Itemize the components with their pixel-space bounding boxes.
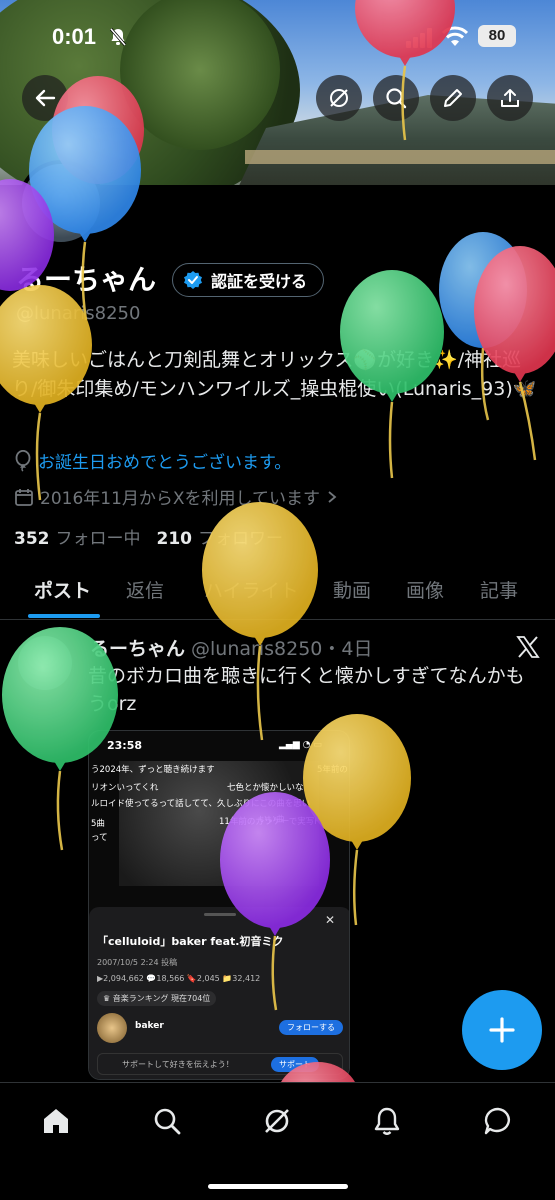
edit-icon	[444, 89, 462, 107]
verified-badge-icon	[184, 271, 202, 289]
post-image[interactable]: 23:58 ▂▄▆ ◔ ▭ う2024年、ずっと聴き続けます リオンいってくれ …	[88, 730, 350, 1080]
get-verified-label: 認証を受ける	[211, 272, 308, 291]
embed-support-button: サポート	[271, 1057, 319, 1072]
back-button[interactable]	[22, 75, 68, 121]
cell-signal-icon	[406, 28, 432, 48]
tab-media[interactable]: 画像	[406, 576, 444, 603]
joined-text: 2016年11月からXを利用しています	[40, 489, 321, 509]
embed-channel-name: baker	[135, 1021, 164, 1031]
active-tab-indicator	[28, 614, 100, 618]
wifi-icon	[442, 26, 468, 46]
profile-name: るーちゃん	[16, 263, 157, 296]
embed-follow-button: フォローする	[279, 1020, 343, 1035]
follow-counts: 352 フォロー中 210 フォロワー	[14, 524, 283, 549]
notifications-icon	[374, 1107, 400, 1135]
edit-profile-button[interactable]	[430, 75, 476, 121]
post-handle-time: @lunaris8250・4日	[191, 638, 373, 660]
embed-sheet-handle	[204, 913, 236, 916]
get-verified-button[interactable]: 認証を受ける	[172, 263, 325, 297]
tab-posts[interactable]: ポスト	[34, 576, 91, 603]
balloon-birthday-icon	[15, 449, 31, 472]
embed-close-icon: ✕	[325, 913, 336, 927]
embed-bottom-sheet: ✕ 「celluloid」baker feat.初音ミク 2007/10/5 2…	[89, 907, 349, 1079]
tab-articles[interactable]: 記事	[480, 576, 518, 603]
followers-count: 210	[156, 529, 193, 549]
embed-comment: 5年前の	[317, 765, 348, 775]
home-icon	[44, 1109, 68, 1133]
followers-link[interactable]: 210 フォロワー	[157, 524, 284, 549]
nav-home[interactable]	[36, 1101, 76, 1141]
compose-post-button[interactable]	[462, 990, 542, 1070]
following-count: 352	[14, 529, 50, 549]
following-link[interactable]: 352 フォロー中	[14, 524, 141, 549]
grok-nav-icon	[265, 1109, 289, 1133]
back-arrow-icon	[35, 89, 56, 107]
embed-comment: 七色とか懐かしいな	[227, 783, 304, 793]
embed-ranking-badge: ♛ 音楽ランキング 現在704位	[97, 991, 217, 1006]
profile-handle: @lunaris8250	[16, 303, 141, 324]
profile-tabs: ポスト 返信 ハイライト 動画 画像 記事	[0, 562, 555, 620]
birthday-text: お誕生日おめでとうございます。	[38, 453, 292, 473]
post-header: るーちゃん @lunaris8250・4日	[90, 634, 372, 661]
embed-channel-avatar	[97, 1013, 127, 1043]
status-time: 0:01	[52, 24, 97, 49]
bottom-navigation	[0, 1082, 555, 1200]
post-avatar[interactable]	[18, 636, 72, 690]
calendar-icon	[15, 488, 33, 506]
embed-comment: う2024年、ずっと聴き続けます	[91, 765, 215, 775]
share-button[interactable]	[487, 75, 533, 121]
embed-comment: リオンいってくれ	[91, 783, 159, 793]
tab-videos[interactable]: 動画	[333, 576, 371, 603]
joined-row[interactable]: 2016年11月からXを利用しています	[14, 484, 338, 509]
x-logo-icon[interactable]	[516, 635, 540, 659]
silent-mode-icon	[110, 28, 126, 46]
battery-indicator: 80	[478, 25, 516, 47]
embed-comment: って	[91, 833, 108, 843]
search-button[interactable]	[373, 75, 419, 121]
search-icon	[386, 88, 407, 109]
nav-grok[interactable]	[257, 1101, 297, 1141]
embed-video-title: 「celluloid」baker feat.初音ミク	[97, 935, 284, 948]
profile-avatar[interactable]	[18, 160, 104, 246]
grok-icon	[330, 89, 348, 107]
chevron-right-icon	[328, 490, 337, 503]
embed-status-icons: ▂▄▆ ◔ ▭	[279, 740, 322, 750]
embed-comment: 11年前のガラケーで実写P	[219, 817, 320, 827]
tab-replies[interactable]: 返信	[126, 576, 164, 603]
nav-notifications[interactable]	[367, 1101, 407, 1141]
embed-comment: 5曲	[91, 819, 105, 829]
birthday-row: お誕生日おめでとうございます。	[14, 448, 291, 473]
following-label: フォロー中	[55, 529, 141, 549]
banner-shrine-edge	[245, 150, 555, 164]
embed-comment: ルロイド使ってるって話してて、久しぶりにこの曲を思い	[91, 799, 311, 809]
explore-icon	[154, 1108, 181, 1135]
home-indicator	[208, 1184, 348, 1189]
messages-icon	[484, 1107, 510, 1135]
embed-time: 23:58	[107, 739, 143, 752]
embed-video-stats: ▶2,094,662 💬18,566 🔖2,045 📁32,412	[97, 974, 261, 983]
plus-icon	[489, 1017, 515, 1043]
followers-label: フォロワー	[198, 529, 283, 549]
tab-highlights[interactable]: ハイライト	[204, 576, 299, 603]
post-author[interactable]: るーちゃん	[90, 638, 185, 660]
nav-messages[interactable]	[478, 1101, 518, 1141]
nav-explore[interactable]	[147, 1101, 187, 1141]
profile-bio: 美味しいごはんと刀剣乱舞とオリックス⚾️が好き✨/神社巡り/御朱印集め/モンハン…	[12, 349, 537, 400]
share-icon	[501, 89, 519, 107]
grok-button[interactable]	[316, 75, 362, 121]
embed-video-date: 2007/10/5 2:24 投稿	[97, 958, 178, 967]
post-text: 昔のボカロ曲を聴きに行くと懐かしすぎてなんかもうorz	[88, 665, 525, 715]
